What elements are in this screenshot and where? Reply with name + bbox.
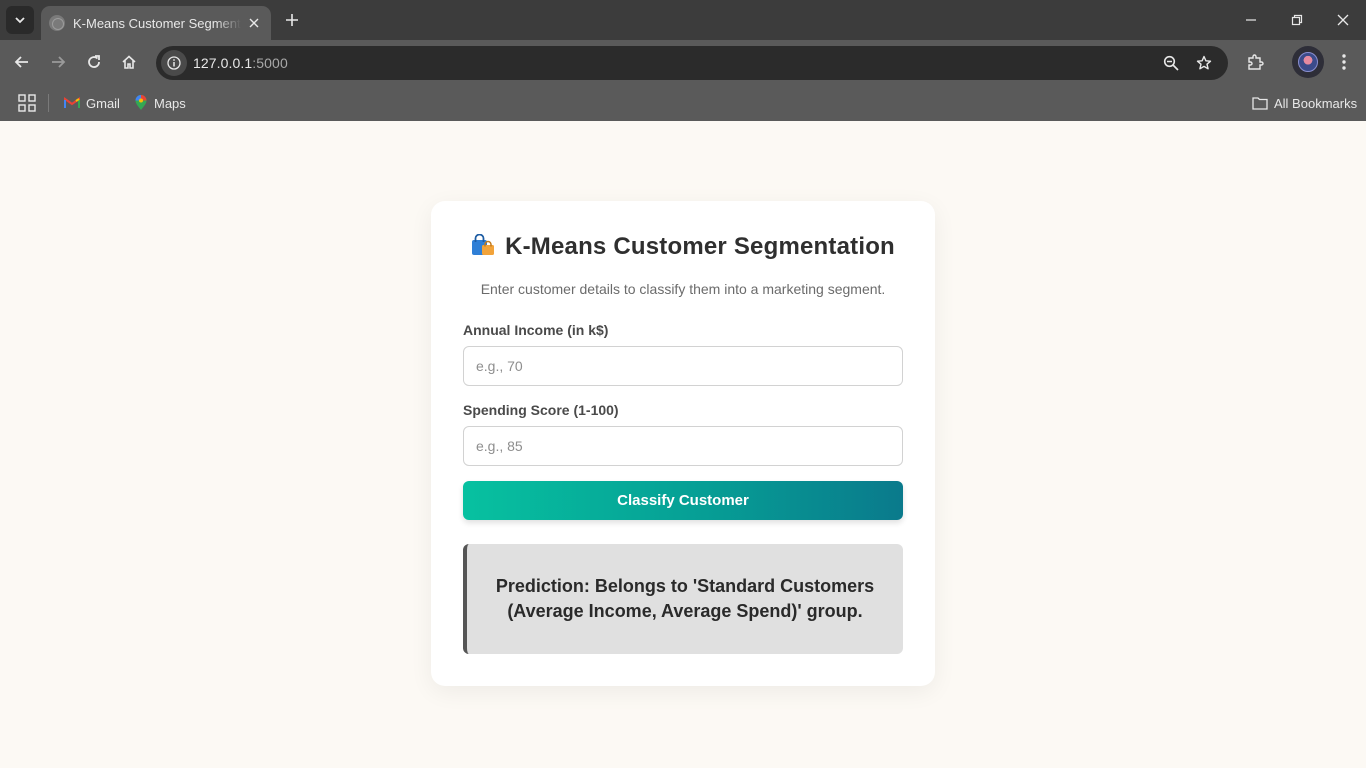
browser-toolbar: 127.0.0.1:5000 bbox=[0, 40, 1366, 85]
plus-icon bbox=[286, 14, 298, 26]
zoom-out-icon bbox=[1163, 55, 1179, 71]
page-title: K-Means Customer Segmentation bbox=[431, 233, 935, 261]
prediction-result-box: Prediction: Belongs to 'Standard Custome… bbox=[463, 544, 903, 654]
spending-score-input[interactable] bbox=[463, 426, 903, 466]
prediction-result-text: Prediction: Belongs to 'Standard Custome… bbox=[495, 576, 875, 621]
chevron-down-icon bbox=[15, 17, 25, 24]
more-vertical-icon bbox=[1342, 54, 1346, 70]
income-input[interactable] bbox=[463, 346, 903, 386]
close-icon bbox=[1337, 14, 1349, 26]
home-button[interactable] bbox=[114, 47, 144, 77]
avatar-image bbox=[1298, 52, 1318, 72]
segmentation-card: K-Means Customer Segmentation Enter cust… bbox=[431, 201, 935, 686]
forward-button[interactable] bbox=[43, 47, 73, 77]
restore-icon bbox=[1291, 14, 1303, 26]
bookmark-star-button[interactable] bbox=[1192, 51, 1216, 75]
close-window-button[interactable] bbox=[1320, 0, 1366, 40]
browser-tab-strip: K-Means Customer Segmentation bbox=[0, 0, 1366, 40]
browser-tab[interactable]: K-Means Customer Segmentation bbox=[41, 6, 271, 40]
bookmarks-bar: Gmail Maps All Bookmarks bbox=[0, 85, 1366, 121]
folder-icon bbox=[1252, 96, 1268, 110]
restore-button[interactable] bbox=[1274, 0, 1320, 40]
income-label: Annual Income (in k$) bbox=[463, 322, 609, 338]
minimize-button[interactable] bbox=[1228, 0, 1274, 40]
extensions-button[interactable] bbox=[1240, 47, 1270, 77]
star-icon bbox=[1196, 55, 1212, 70]
new-tab-button[interactable] bbox=[280, 8, 304, 32]
all-bookmarks-button[interactable]: All Bookmarks bbox=[1252, 93, 1357, 113]
all-bookmarks-label: All Bookmarks bbox=[1274, 95, 1358, 111]
browser-menu-button[interactable] bbox=[1329, 47, 1359, 77]
home-icon bbox=[122, 55, 136, 69]
tab-title: K-Means Customer Segmentation bbox=[73, 15, 241, 31]
bookmark-gmail[interactable]: Gmail bbox=[64, 93, 120, 113]
page-subtitle: Enter customer details to classify them … bbox=[480, 281, 886, 297]
reload-icon bbox=[88, 55, 100, 68]
page-title-text: K-Means Customer Segmentation bbox=[505, 233, 895, 260]
bookmark-maps[interactable]: Maps bbox=[134, 93, 186, 113]
maps-icon bbox=[134, 95, 148, 111]
classify-customer-button[interactable]: Classify Customer bbox=[463, 481, 903, 520]
close-tab-button[interactable] bbox=[245, 14, 263, 32]
bookmarks-separator bbox=[48, 94, 49, 112]
tab-search-button[interactable] bbox=[6, 6, 34, 34]
bookmark-label: Gmail bbox=[86, 95, 120, 111]
gmail-icon bbox=[64, 97, 80, 109]
reload-button[interactable] bbox=[79, 47, 109, 77]
info-icon bbox=[167, 56, 181, 70]
shopping-bags-icon bbox=[471, 233, 495, 256]
spending-score-label: Spending Score (1-100) bbox=[463, 402, 619, 418]
apps-grid-icon[interactable] bbox=[18, 94, 36, 112]
minimize-icon bbox=[1246, 19, 1256, 21]
puzzle-icon bbox=[1248, 54, 1264, 70]
arrow-right-icon bbox=[52, 56, 66, 68]
close-icon bbox=[249, 18, 259, 28]
address-bar[interactable]: 127.0.0.1:5000 bbox=[156, 46, 1228, 80]
url-text: 127.0.0.1:5000 bbox=[193, 55, 288, 71]
zoom-button[interactable] bbox=[1159, 51, 1183, 75]
bookmark-label: Maps bbox=[154, 95, 186, 111]
profile-avatar[interactable] bbox=[1292, 46, 1324, 78]
arrow-left-icon bbox=[14, 56, 28, 68]
page-body: K-Means Customer Segmentation Enter cust… bbox=[0, 121, 1366, 768]
back-button[interactable] bbox=[7, 47, 37, 77]
globe-icon bbox=[49, 15, 65, 31]
site-info-button[interactable] bbox=[161, 50, 187, 76]
